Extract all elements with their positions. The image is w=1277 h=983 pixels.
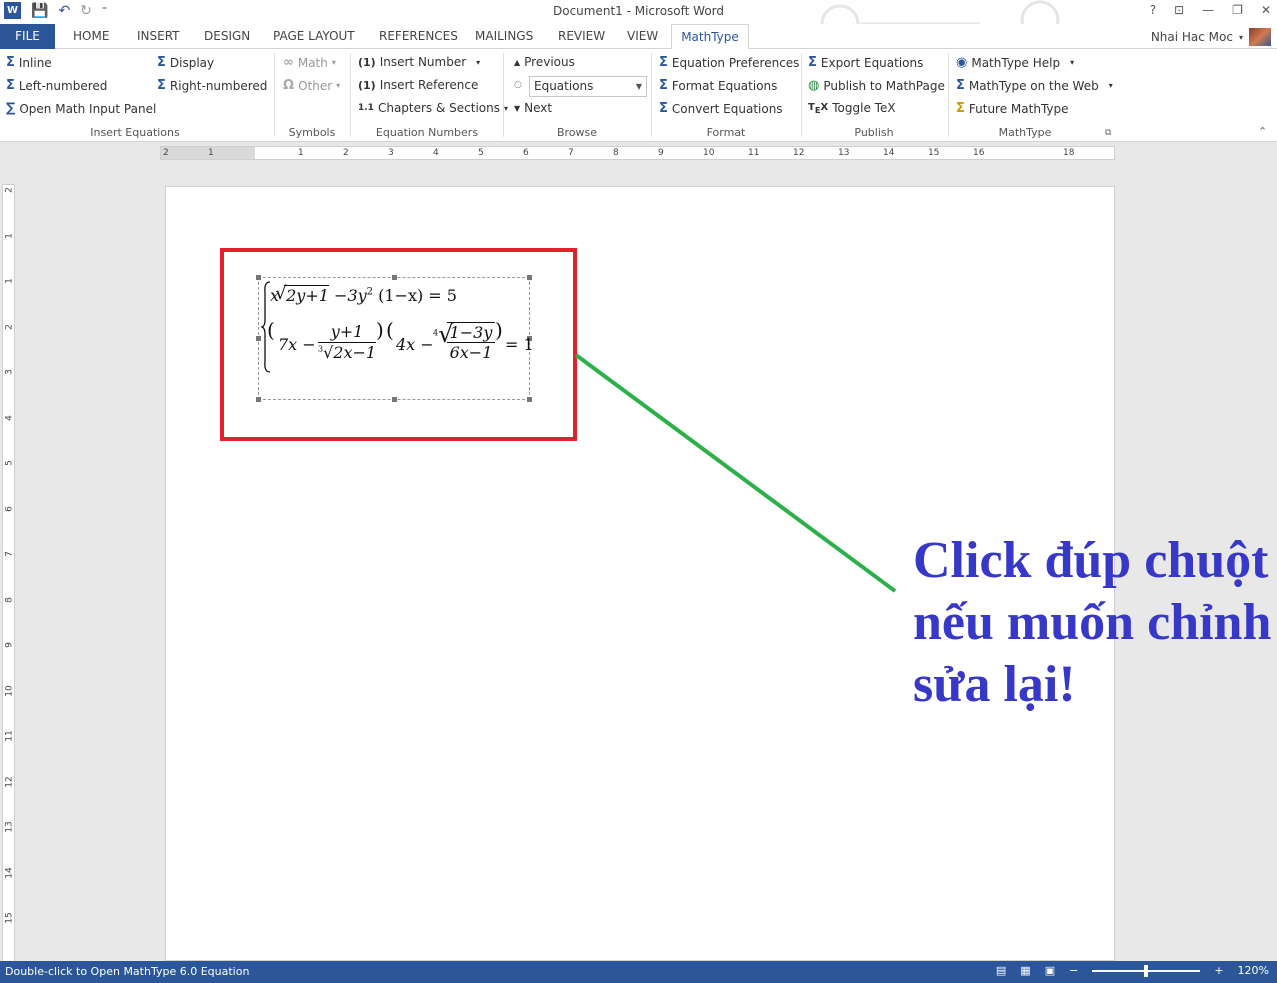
zoom-level[interactable]: 120% bbox=[1238, 964, 1269, 977]
print-layout-icon[interactable]: ▦ bbox=[1020, 964, 1030, 977]
callout-pointer-line bbox=[574, 353, 897, 593]
status-bar: Double-click to Open MathType 6.0 Equati… bbox=[0, 961, 1277, 983]
read-mode-icon[interactable]: ▤ bbox=[996, 964, 1006, 977]
callout-text: Click đúp chuột nếu muốn chỉnh sửa lại! bbox=[913, 532, 1272, 713]
zoom-in-icon[interactable]: + bbox=[1214, 964, 1223, 977]
zoom-out-icon[interactable]: − bbox=[1069, 964, 1078, 977]
web-layout-icon[interactable]: ▣ bbox=[1045, 964, 1055, 977]
status-message: Double-click to Open MathType 6.0 Equati… bbox=[5, 965, 250, 978]
status-controls: ▤ ▦ ▣ − + 120% bbox=[996, 964, 1269, 977]
zoom-thumb[interactable] bbox=[1144, 964, 1149, 977]
zoom-slider[interactable] bbox=[1092, 964, 1201, 977]
